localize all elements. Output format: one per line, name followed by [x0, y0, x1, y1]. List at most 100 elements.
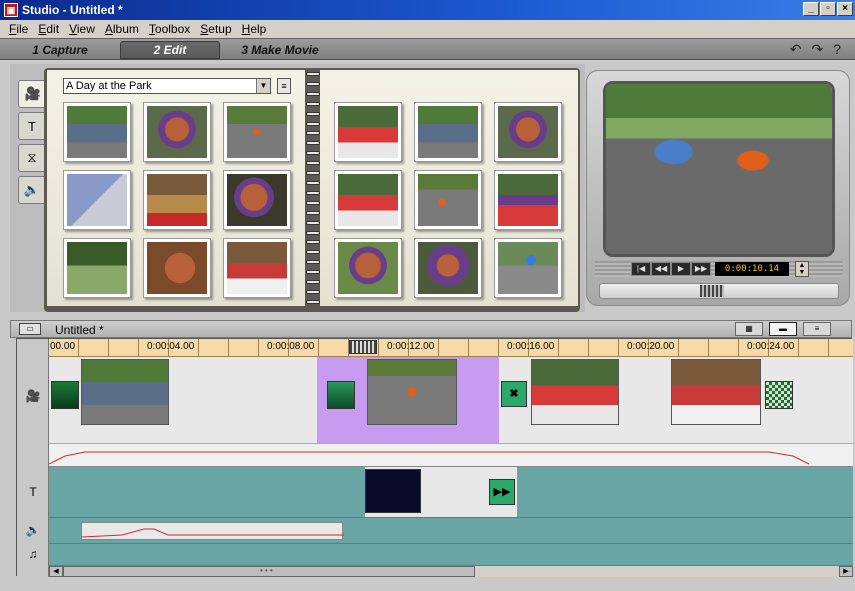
scene-thumbnail[interactable]: [63, 238, 131, 298]
album-left-page: A Day at the Park ▼ ≡: [47, 70, 305, 306]
scene-file-dropdown[interactable]: A Day at the Park ▼: [63, 78, 271, 94]
video-track-icon[interactable]: 🎥: [23, 389, 43, 403]
clip-audio-lane[interactable]: [49, 443, 853, 467]
fade-in-transition-icon[interactable]: [51, 381, 79, 409]
timeline-scrubber-handle[interactable]: [349, 340, 377, 354]
sound-effects-track[interactable]: [49, 517, 853, 543]
scene-thumbnail[interactable]: [414, 170, 482, 230]
video-clip[interactable]: [671, 359, 761, 425]
title-track-icon[interactable]: T: [23, 485, 43, 499]
scene-thumbnail[interactable]: [143, 238, 211, 298]
sound-effect-track-icon[interactable]: 🔈: [23, 523, 43, 537]
maximize-button[interactable]: ▫: [820, 2, 836, 16]
scene-thumbnail[interactable]: [143, 102, 211, 162]
ruler-label: 00.00: [50, 341, 76, 352]
transitions-tab-icon[interactable]: ⧖: [18, 144, 46, 172]
sound-effect-clip[interactable]: [81, 522, 344, 540]
preview-screen[interactable]: [603, 81, 835, 257]
tab-make-movie[interactable]: 3 Make Movie: [230, 41, 330, 59]
title-bar: ▣ Studio - Untitled * _ ▫ ×: [0, 0, 855, 20]
scrubber-track[interactable]: [599, 283, 839, 299]
tab-capture[interactable]: 1 Capture: [10, 41, 110, 59]
ruler-label: 0:00:04.00: [147, 341, 195, 352]
scrubber-handle[interactable]: [700, 285, 724, 297]
preview-frame-image: [606, 84, 832, 254]
cross-transition-icon[interactable]: ✖: [501, 381, 527, 407]
album-area: 🎥 T ⧖ 🔈 A Day at the Park ▼ ≡: [10, 64, 585, 312]
timeline: 🎥 T 🔈 ♫ 00.00 0:00:04.00 0:00:08.00 0:00…: [16, 338, 853, 577]
album-right-page: [320, 70, 578, 306]
scene-thumbnail[interactable]: [334, 102, 402, 162]
album-book: A Day at the Park ▼ ≡: [44, 68, 580, 312]
play-icon[interactable]: ▶: [671, 262, 691, 276]
mode-tab-bar: 1 Capture 2 Edit 3 Make Movie ↶ ↷ ?: [0, 38, 855, 60]
title-clip[interactable]: [365, 469, 421, 513]
go-to-start-icon[interactable]: |◀: [631, 262, 651, 276]
album-notes-icon[interactable]: ≡: [277, 78, 291, 94]
fast-forward-icon[interactable]: ▶▶: [691, 262, 711, 276]
ruler-label: 0:00:24.00: [747, 341, 795, 352]
menu-setup[interactable]: Setup: [195, 22, 236, 36]
hourglass-transition-icon[interactable]: [327, 381, 355, 409]
menu-album[interactable]: Album: [100, 22, 144, 36]
window-title: Studio - Untitled *: [22, 3, 123, 17]
title-transition-icon[interactable]: ▶▶: [489, 479, 515, 505]
preview-player: |◀ ◀◀ ▶ ▶▶ 0:00:10.14 ▲ ▼: [586, 70, 850, 306]
scroll-grip: • • •: [260, 566, 273, 575]
timecode-spinner[interactable]: ▲ ▼: [795, 261, 809, 277]
menu-help[interactable]: Help: [237, 22, 272, 36]
title-track[interactable]: ▶▶: [49, 467, 853, 517]
scene-thumbnail[interactable]: [223, 170, 291, 230]
audio-volume-line[interactable]: [49, 444, 853, 468]
sound-effects-tab-icon[interactable]: 🔈: [18, 176, 46, 204]
close-button[interactable]: ×: [837, 2, 853, 16]
timeline-view-icon[interactable]: ▬: [769, 322, 797, 336]
scroll-right-icon[interactable]: ▶: [839, 566, 853, 577]
scene-thumbnail[interactable]: [63, 170, 131, 230]
menu-toolbox[interactable]: Toolbox: [144, 22, 195, 36]
scroll-left-icon[interactable]: ◀: [49, 566, 63, 577]
scene-thumbnail[interactable]: [414, 238, 482, 298]
titles-tab-icon[interactable]: T: [18, 112, 46, 140]
scene-thumbnail[interactable]: [334, 170, 402, 230]
scene-thumbnail[interactable]: [334, 238, 402, 298]
scene-thumbnail[interactable]: [63, 102, 131, 162]
timeline-scrollbar[interactable]: ◀ • • • ▶: [49, 565, 853, 577]
mosaic-transition-icon[interactable]: [765, 381, 793, 409]
menu-file[interactable]: File: [4, 22, 33, 36]
video-clip[interactable]: [81, 359, 169, 425]
music-track[interactable]: [49, 543, 853, 565]
menu-bar: File Edit View Album Toolbox Setup Help: [0, 20, 855, 38]
menu-edit[interactable]: Edit: [33, 22, 64, 36]
ruler-label: 0:00:16.00: [507, 341, 555, 352]
help-icon[interactable]: ?: [833, 41, 841, 58]
scene-thumbnail[interactable]: [414, 102, 482, 162]
music-track-icon[interactable]: ♫: [23, 547, 43, 561]
timecode-display: 0:00:10.14: [715, 262, 789, 276]
scene-thumbnail[interactable]: [223, 102, 291, 162]
scene-thumbnail[interactable]: [494, 238, 562, 298]
time-ruler[interactable]: 00.00 0:00:04.00 0:00:08.00 0:00:12.00 0…: [49, 339, 853, 357]
undo-icon[interactable]: ↶: [790, 41, 802, 58]
video-clip[interactable]: [367, 359, 457, 425]
storyboard-view-icon[interactable]: ▦: [735, 322, 763, 336]
video-clip[interactable]: [531, 359, 619, 425]
ruler-label: 0:00:08.00: [267, 341, 315, 352]
scene-thumbnail[interactable]: [143, 170, 211, 230]
album-spiral-binding: [306, 70, 320, 306]
scene-thumbnail[interactable]: [494, 102, 562, 162]
minimize-button[interactable]: _: [803, 2, 819, 16]
text-view-icon[interactable]: ≡: [803, 322, 831, 336]
scene-thumbnail[interactable]: [223, 238, 291, 298]
chevron-down-icon[interactable]: ▼: [256, 79, 270, 93]
scene-thumbnail[interactable]: [494, 170, 562, 230]
rewind-icon[interactable]: ◀◀: [651, 262, 671, 276]
ruler-label: 0:00:20.00: [627, 341, 675, 352]
movie-window-header: ▭ Untitled * ▦ ▬ ≡: [10, 320, 852, 338]
scroll-thumb[interactable]: • • •: [63, 566, 475, 577]
tab-edit[interactable]: 2 Edit: [120, 41, 220, 59]
studio-app-icon[interactable]: ▣: [4, 3, 18, 17]
redo-icon[interactable]: ↷: [811, 41, 823, 58]
menu-view[interactable]: View: [64, 22, 100, 36]
video-track[interactable]: ✖: [49, 357, 853, 443]
